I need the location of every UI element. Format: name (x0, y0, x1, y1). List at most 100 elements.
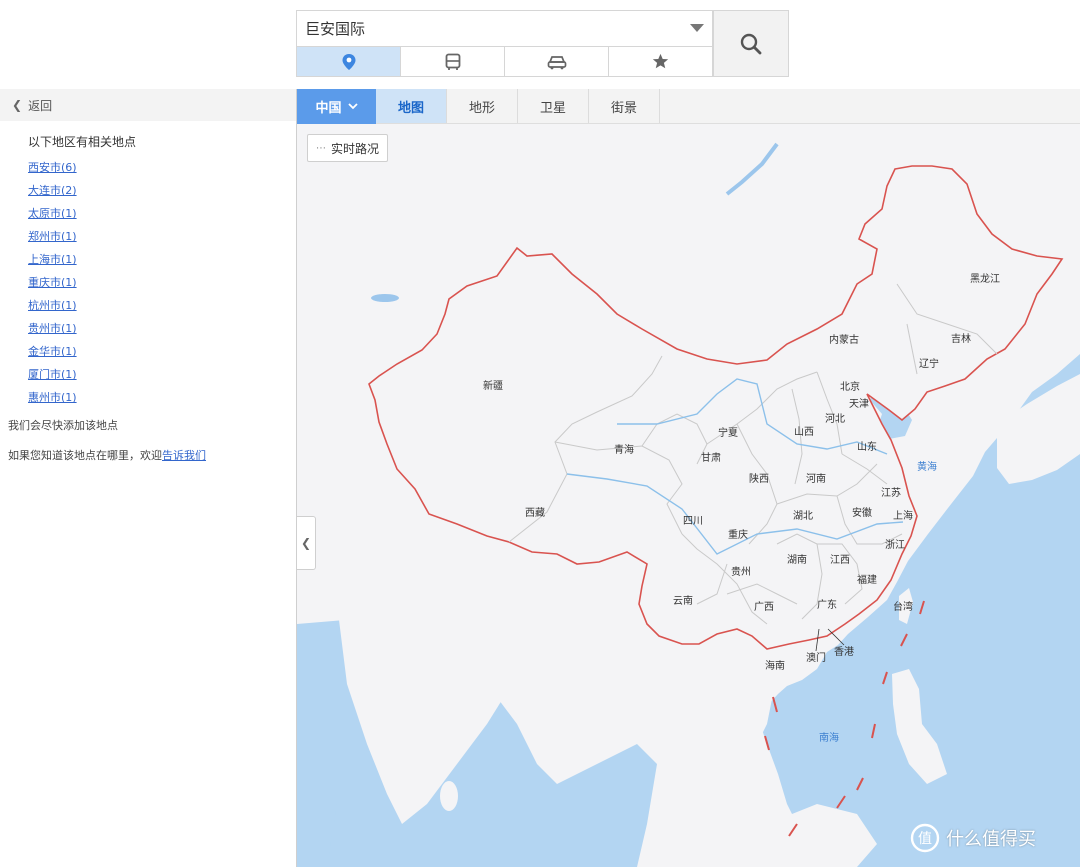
tab-favorites[interactable] (609, 47, 712, 76)
city-list-item: 厦门市(1) (28, 363, 296, 386)
add-place-note: 我们会尽快添加该地点 (8, 419, 118, 432)
city-link[interactable]: 杭州市(1) (28, 299, 77, 312)
province-label: 江西 (830, 554, 850, 566)
city-list-item: 西安市(6) (28, 156, 296, 179)
search-icon (740, 33, 762, 54)
province-label: 北京 (840, 380, 860, 393)
search-box (296, 10, 713, 46)
city-list-item: 重庆市(1) (28, 271, 296, 294)
city-list-item: 上海市(1) (28, 248, 296, 271)
province-label: 重庆 (728, 528, 748, 541)
province-label: 湖南 (787, 553, 807, 566)
province-label: 广东 (817, 598, 837, 611)
traffic-icon: ⋯ (316, 142, 326, 154)
tab-drive[interactable] (505, 47, 609, 76)
car-icon (547, 55, 566, 69)
map-svg: 黑龙江内蒙古 吉林辽宁新疆 北京天津河北宁夏 山西山东 青海甘肃陕西 河南江苏西藏四川 湖北… (297, 142, 1080, 867)
tab-location[interactable] (297, 47, 401, 76)
tab-streetview[interactable]: 街景 (589, 89, 660, 123)
city-link[interactable]: 金华市(1) (28, 345, 77, 358)
province-label: 河南 (806, 472, 826, 485)
map-type-tabs: 中国 地图 地形 卫星 街景 (297, 89, 1080, 124)
province-label: 黑龙江 (970, 272, 1000, 285)
chevron-left-icon: ❮ (300, 536, 312, 550)
land-korea (919, 394, 963, 456)
svg-text:值: 值 (918, 831, 932, 847)
mode-tabs (296, 46, 713, 77)
result-heading: 以下地区有相关地点 (28, 135, 137, 149)
province-label: 湖北 (793, 510, 813, 522)
region-label: 中国 (315, 101, 342, 116)
back-label: 返回 (28, 98, 53, 113)
province-label: 四川 (683, 516, 703, 527)
chevron-left-icon: ❮ (12, 98, 23, 112)
city-list-item: 郑州市(1) (28, 225, 296, 248)
city-list-item: 杭州市(1) (28, 294, 296, 317)
tab-map[interactable]: 地图 (376, 89, 447, 123)
city-link[interactable]: 郑州市(1) (28, 230, 77, 243)
province-label: 香港 (834, 646, 854, 658)
watermark-text: 什么值得买 (946, 829, 1036, 850)
city-list-item: 太原市(1) (28, 202, 296, 225)
tell-us-link[interactable]: 告诉我们 (162, 449, 206, 462)
tab-satellite[interactable]: 卫星 (518, 89, 589, 123)
province-label: 安徽 (852, 506, 872, 519)
province-label: 海南 (765, 659, 785, 672)
realtime-traffic-button[interactable]: ⋯ 实时路况 (307, 134, 389, 162)
bus-icon (445, 53, 460, 70)
zhidemai-logo-icon: 值 (910, 823, 940, 853)
province-label: 福建 (857, 573, 877, 586)
province-label: 河北 (825, 413, 845, 425)
province-label: 浙江 (885, 539, 905, 551)
province-label: 天津 (849, 398, 869, 410)
city-link[interactable]: 重庆市(1) (28, 276, 77, 289)
city-link[interactable]: 上海市(1) (28, 253, 77, 266)
search-input[interactable] (297, 11, 685, 45)
feedback-note: 如果您知道该地点在哪里，欢迎告诉我们 (8, 447, 296, 463)
province-label: 贵州 (731, 565, 751, 578)
left-panel: ❮ 返回 以下地区有相关地点 西安市(6) 大连市(2) 太原市(1) 郑州市(1) 上… (0, 89, 296, 867)
province-label: 新疆 (483, 379, 503, 392)
city-link[interactable]: 贵州市(1) (28, 322, 77, 335)
province-label: 辽宁 (919, 357, 939, 370)
map-canvas[interactable]: 黑龙江 内蒙古 吉林 辽宁 新疆 北京 天津 河北 宁夏 山西 山东 青海 甘肃 陕西 河南 江苏 西藏 四川 湖北… (297, 124, 1080, 867)
city-list-item: 大连市(2) (28, 179, 296, 202)
city-link[interactable]: 惠州市(1) (28, 391, 77, 404)
city-link[interactable]: 大连市(2) (28, 184, 77, 197)
province-label: 青海 (614, 443, 634, 456)
chevron-down-icon (347, 103, 358, 110)
sea-label: 黄海 (917, 460, 937, 473)
dropdown-arrow-icon[interactable] (690, 24, 704, 32)
province-label: 山东 (857, 440, 877, 453)
province-label: 云南 (673, 594, 693, 607)
city-list: 西安市(6) 大连市(2) 太原市(1) 郑州市(1) 上海市(1) 重庆市(1) 杭州市(… (28, 156, 296, 409)
province-label: 澳门 (806, 651, 826, 664)
search-button[interactable] (713, 10, 789, 77)
province-label: 山西 (794, 426, 814, 438)
hongkong-leader (827, 628, 845, 646)
tab-bus[interactable] (401, 47, 505, 76)
star-icon (652, 53, 669, 69)
location-pin-icon (342, 53, 355, 70)
region-select[interactable]: 中国 (297, 89, 376, 124)
city-link[interactable]: 太原市(1) (28, 207, 77, 220)
province-label: 江苏 (881, 486, 901, 499)
province-label: 陕西 (749, 472, 769, 485)
watermark: 值 什么值得买 (910, 823, 1036, 853)
realtime-traffic-label: 实时路况 (331, 141, 380, 156)
land-sri-lanka (440, 781, 458, 811)
collapse-panel-button[interactable]: ❮ (297, 516, 316, 570)
province-label: 台湾 (893, 600, 913, 613)
province-label: 吉林 (951, 332, 971, 345)
city-link[interactable]: 西安市(6) (28, 161, 77, 174)
tab-terrain[interactable]: 地形 (447, 89, 518, 123)
province-label: 内蒙古 (829, 333, 859, 346)
city-list-item: 惠州市(1) (28, 386, 296, 409)
city-list-item: 贵州市(1) (28, 317, 296, 340)
lake-baikal (725, 142, 779, 196)
city-link[interactable]: 厦门市(1) (28, 368, 77, 381)
province-label: 西藏 (525, 507, 545, 519)
province-label: 广西 (754, 601, 774, 613)
back-button[interactable]: ❮ 返回 (0, 89, 296, 121)
land-indochina (657, 634, 775, 844)
